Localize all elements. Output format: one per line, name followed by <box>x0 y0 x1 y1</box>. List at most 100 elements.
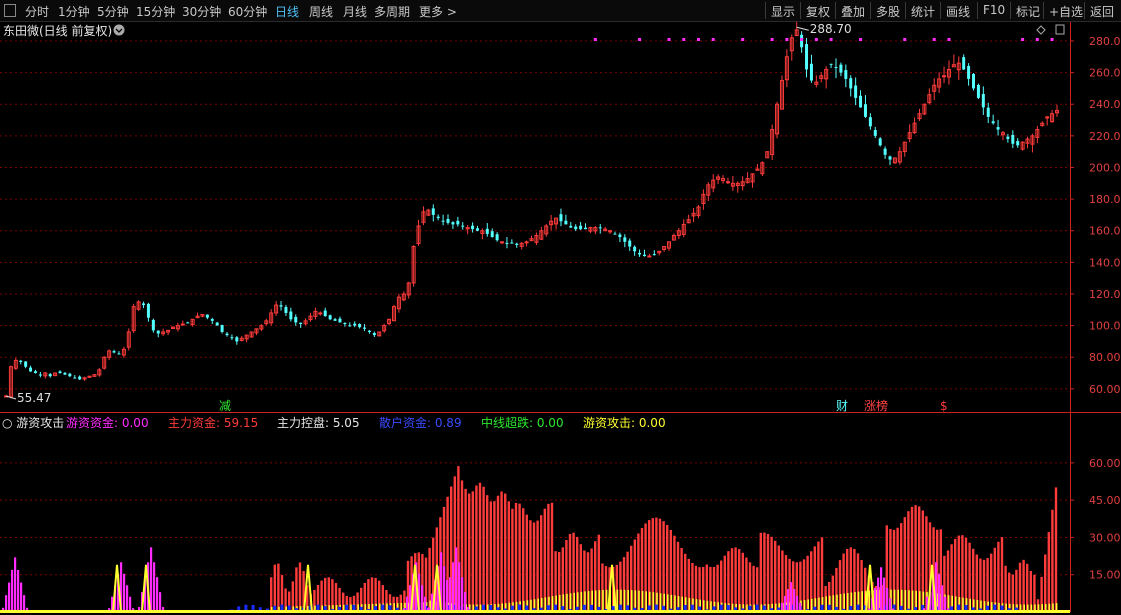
main-force-bar <box>770 536 773 612</box>
main-tick-label-10: 80.00 <box>1089 351 1121 364</box>
candle-body-down <box>849 78 853 89</box>
candle-body-down <box>1016 141 1020 146</box>
main-force-bar <box>730 548 734 612</box>
main-tick-label-4: 200.00 <box>1089 161 1121 174</box>
hot-money-bar <box>421 585 424 612</box>
panel-divider <box>0 412 1121 413</box>
candle-body-down <box>972 73 976 89</box>
main-force-bar <box>536 520 539 612</box>
control-bar <box>602 589 604 612</box>
candle-body-down <box>598 227 602 229</box>
candle-body-down <box>618 234 622 238</box>
candle-body-down <box>485 228 489 234</box>
control-bar <box>681 596 683 612</box>
candle-body-down <box>976 84 980 98</box>
hot-money-bar <box>455 547 458 612</box>
candle-body-up <box>180 323 185 326</box>
hot-money-bar <box>123 573 126 612</box>
hot-money-bar <box>886 587 889 612</box>
main-force-bar <box>482 486 485 612</box>
candle-body-down <box>569 225 573 228</box>
candle-body-down <box>456 220 460 225</box>
candle-body-down <box>471 225 475 230</box>
legend-item-3: 散户资金: 0.89 <box>379 415 462 430</box>
candle-body-down <box>809 63 813 81</box>
title-menu-icon <box>113 24 125 36</box>
main-force-bar <box>993 547 996 612</box>
candle-body-down <box>367 330 371 332</box>
candle-body-down <box>883 148 887 155</box>
main-force-bar <box>1000 537 1004 612</box>
high-price-label: 288.70 <box>810 22 852 36</box>
main-force-bar <box>478 482 482 612</box>
main-tick-label-8: 120.00 <box>1089 288 1121 301</box>
main-force-bar <box>540 515 543 612</box>
control-bar <box>839 594 842 612</box>
signal-dot <box>711 38 715 41</box>
candle-body-down <box>834 67 838 69</box>
legend-item-1: 主力资金: 59.15 <box>168 415 258 430</box>
control-bar <box>688 597 691 612</box>
control-bar <box>911 590 914 612</box>
control-bar <box>587 591 590 612</box>
hot-money-bar <box>8 582 11 612</box>
control-bar <box>580 591 583 612</box>
candle-body-down <box>441 220 445 222</box>
candle-body-up <box>942 75 947 78</box>
control-bar <box>544 597 547 612</box>
control-bar <box>559 594 561 612</box>
main-force-bar <box>745 557 748 612</box>
main-force-bar <box>727 551 730 612</box>
candle-body-down <box>431 208 435 215</box>
main-force-bar <box>550 502 554 612</box>
hot-money-bar <box>446 592 449 612</box>
main-force-bar <box>468 493 471 612</box>
candle-body-down <box>805 44 809 70</box>
main-force-bar <box>298 562 302 612</box>
control-bar <box>631 590 633 612</box>
control-bar <box>551 596 554 612</box>
signal-dot <box>593 38 597 41</box>
candle-body-down <box>633 246 637 252</box>
candle-body-down <box>868 117 872 127</box>
main-force-bar <box>543 508 546 612</box>
control-bar <box>605 589 608 612</box>
hot-money-bar <box>14 557 17 612</box>
signal-dot <box>903 38 907 41</box>
candle-body-down <box>628 240 632 247</box>
candle-body-up <box>500 241 505 244</box>
hot-money-bar <box>159 592 162 612</box>
candle-body-down <box>878 138 882 146</box>
candle-body-down <box>829 63 833 65</box>
candle-body-up <box>647 255 652 258</box>
main-force-bar <box>774 540 777 612</box>
candle-body-down <box>186 322 190 324</box>
candle-body-down <box>574 226 578 230</box>
main-force-bar <box>511 508 514 612</box>
main-tick-label-1: 260.00 <box>1089 67 1121 80</box>
main-force-bar <box>781 550 784 612</box>
panel-maximize-icon <box>1055 24 1065 35</box>
candle-body-down <box>230 337 234 339</box>
main-tick-label-7: 140.00 <box>1089 256 1121 269</box>
control-bar <box>616 589 619 612</box>
candle-body-down <box>584 227 588 230</box>
candle-body-down <box>844 70 848 79</box>
main-force-bar <box>759 532 762 612</box>
indicator-name: ○ 游资攻击 <box>2 416 64 430</box>
low-price-label: 55.47 <box>17 391 51 405</box>
control-bar <box>904 590 907 612</box>
candle-body-down <box>19 360 23 362</box>
signal-dot <box>829 38 833 41</box>
candle-body-down <box>510 242 514 244</box>
hot-money-bar <box>129 596 132 612</box>
main-force-bar <box>295 567 298 612</box>
event-marker-3: $ <box>940 399 948 413</box>
hot-money-bar <box>156 577 159 612</box>
hot-money-bar <box>793 589 796 612</box>
candle-body-down <box>210 319 214 321</box>
main-force-bar <box>504 493 507 612</box>
indicator-bars <box>2 466 1058 613</box>
main-force-bar <box>522 508 525 612</box>
control-bar <box>847 592 849 612</box>
